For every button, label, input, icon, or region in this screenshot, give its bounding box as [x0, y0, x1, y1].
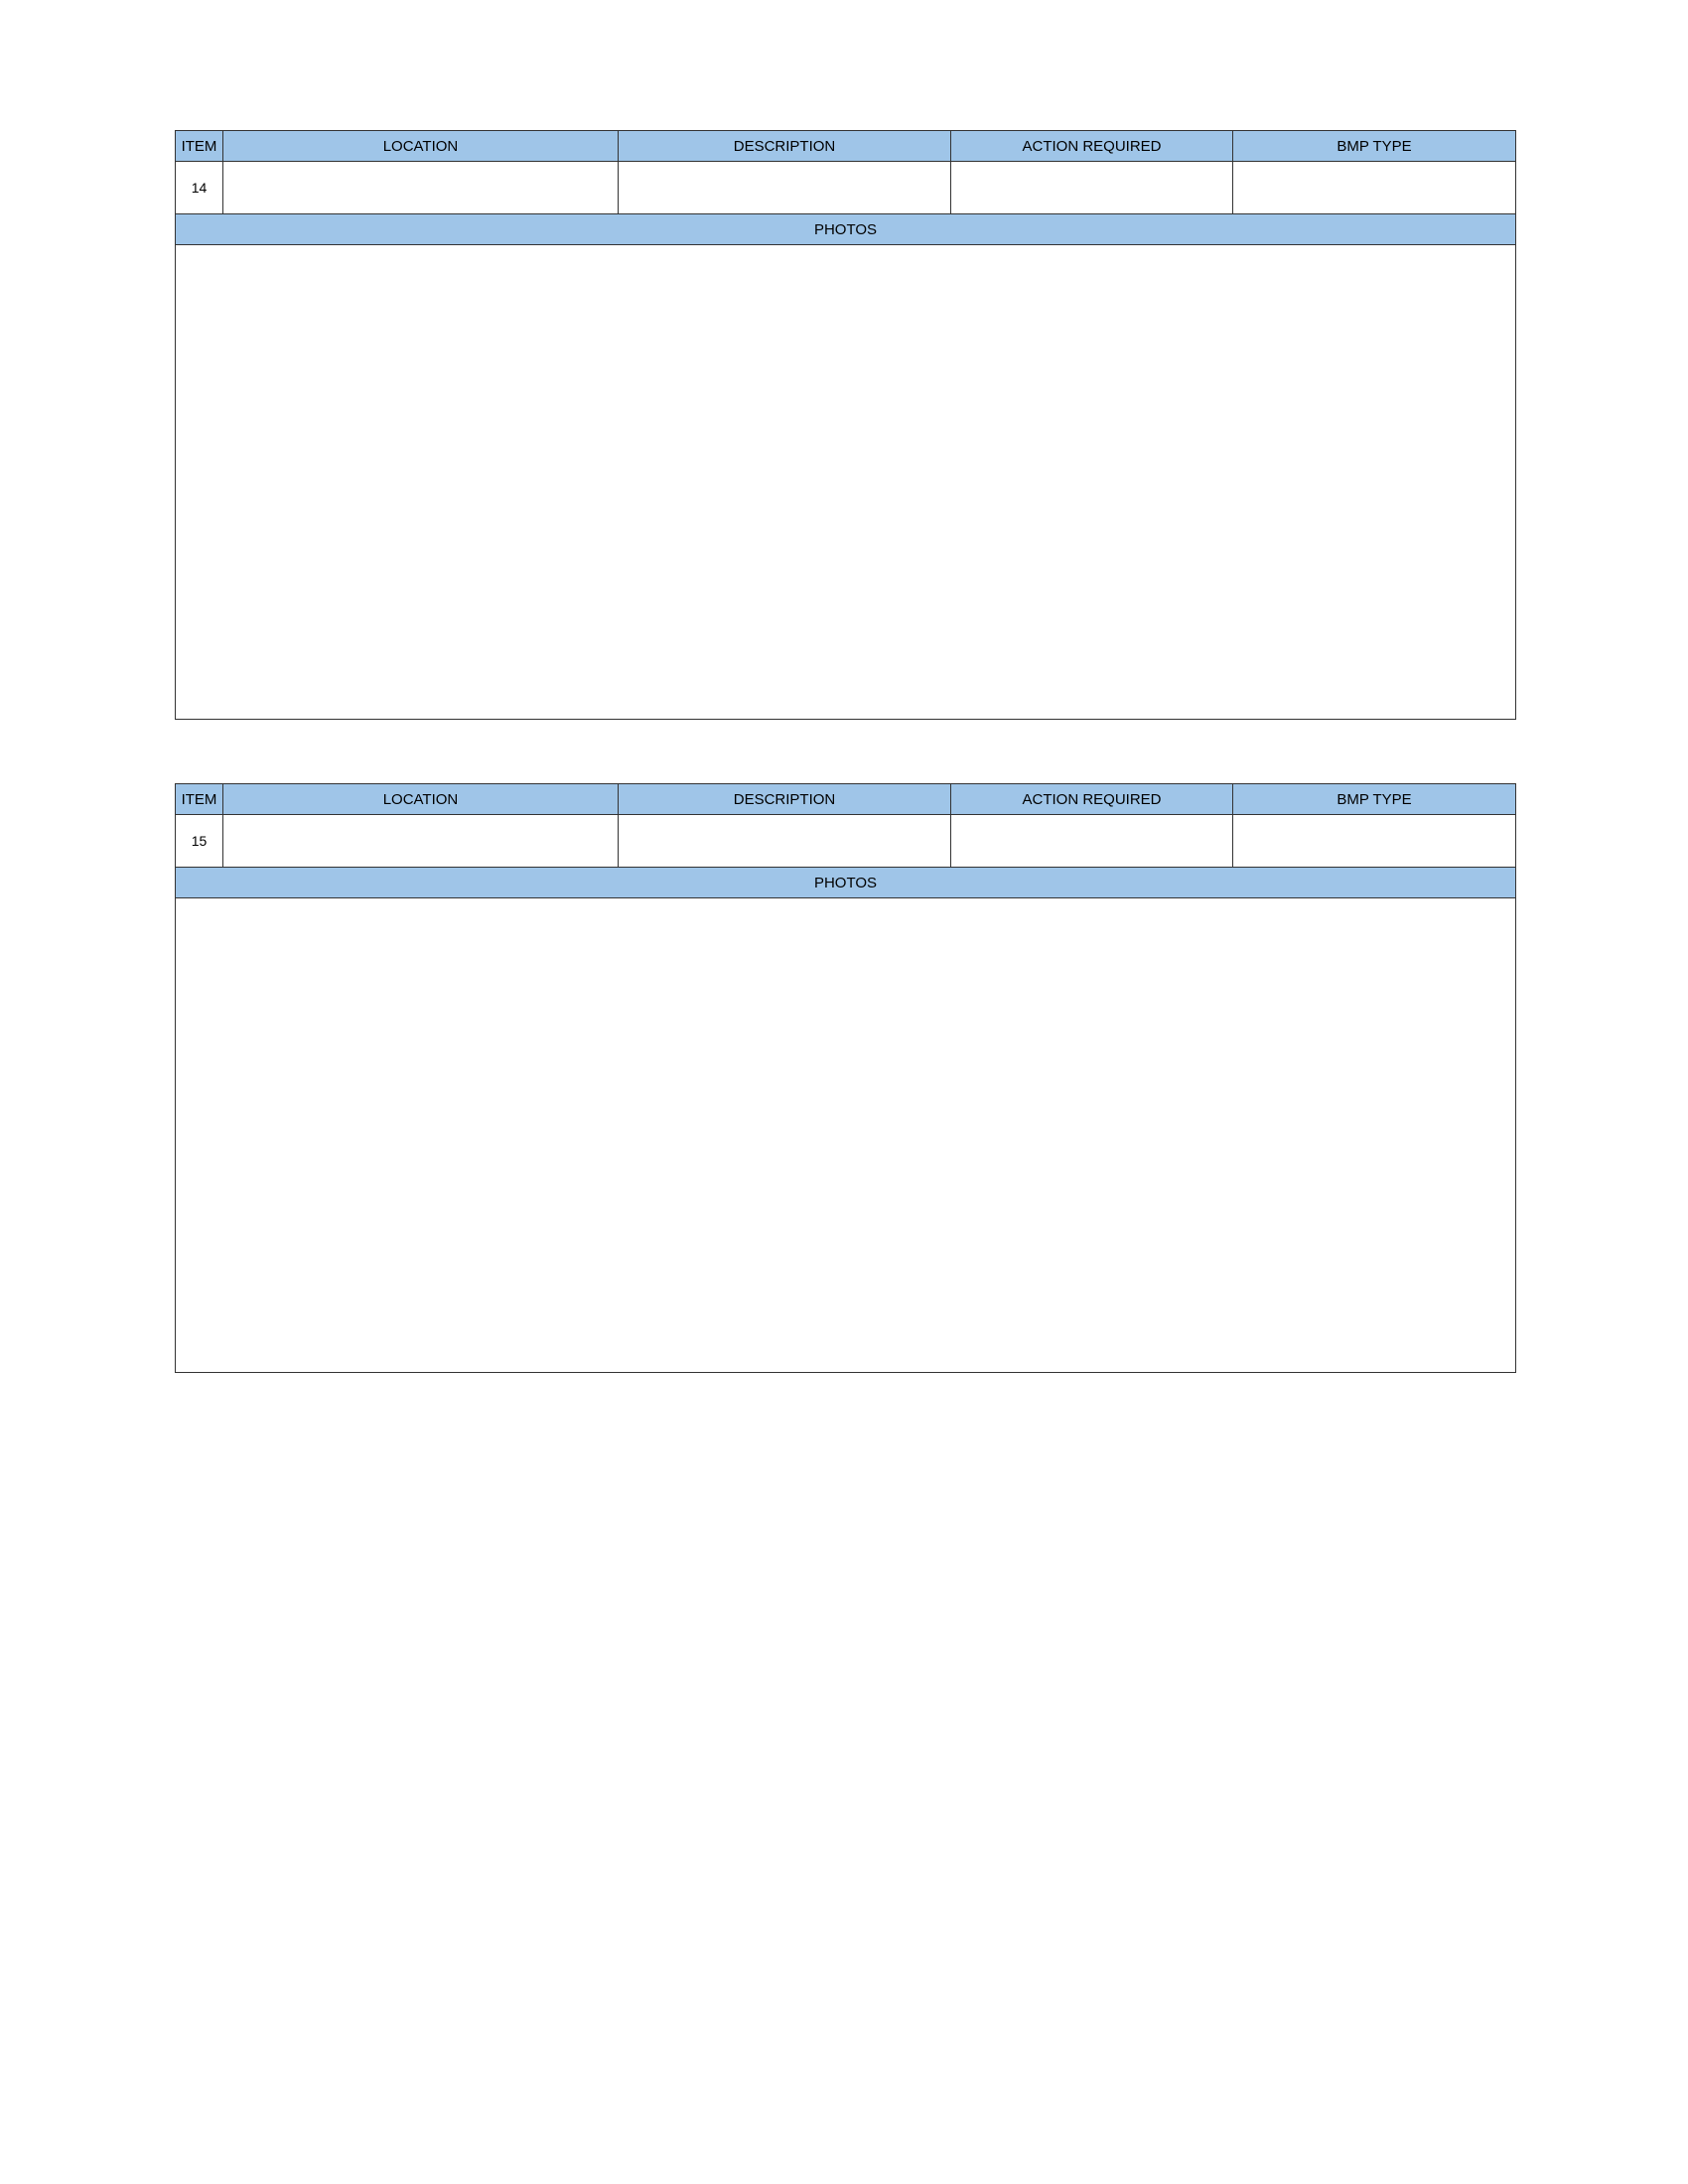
- action-required-column-header: ACTION REQUIRED: [950, 130, 1233, 162]
- photos-area[interactable]: [175, 244, 1516, 720]
- action-required-cell[interactable]: [950, 814, 1233, 868]
- description-column-header: DESCRIPTION: [618, 783, 951, 815]
- photos-header: PHOTOS: [175, 867, 1516, 898]
- inspection-entry-table: ITEM LOCATION DESCRIPTION ACTION REQUIRE…: [175, 130, 1516, 720]
- description-column-header: DESCRIPTION: [618, 130, 951, 162]
- item-number-cell: 14: [175, 161, 223, 214]
- bmp-type-cell[interactable]: [1232, 814, 1516, 868]
- photos-area-row: [175, 897, 1516, 1373]
- item-number-cell: 15: [175, 814, 223, 868]
- column-header-row: ITEM LOCATION DESCRIPTION ACTION REQUIRE…: [175, 130, 1516, 162]
- description-cell[interactable]: [618, 161, 951, 214]
- description-cell[interactable]: [618, 814, 951, 868]
- entry-value-row: 14: [175, 161, 1516, 214]
- photos-header-row: PHOTOS: [175, 867, 1516, 898]
- action-required-column-header: ACTION REQUIRED: [950, 783, 1233, 815]
- location-column-header: LOCATION: [222, 783, 619, 815]
- entry-value-row: 15: [175, 814, 1516, 868]
- photos-header: PHOTOS: [175, 213, 1516, 245]
- location-cell[interactable]: [222, 814, 619, 868]
- action-required-cell[interactable]: [950, 161, 1233, 214]
- photos-header-row: PHOTOS: [175, 213, 1516, 245]
- bmp-type-column-header: BMP TYPE: [1232, 783, 1516, 815]
- item-column-header: ITEM: [175, 130, 223, 162]
- column-header-row: ITEM LOCATION DESCRIPTION ACTION REQUIRE…: [175, 783, 1516, 815]
- bmp-type-cell[interactable]: [1232, 161, 1516, 214]
- location-cell[interactable]: [222, 161, 619, 214]
- inspection-entry-table: ITEM LOCATION DESCRIPTION ACTION REQUIRE…: [175, 783, 1516, 1373]
- photos-area[interactable]: [175, 897, 1516, 1373]
- location-column-header: LOCATION: [222, 130, 619, 162]
- bmp-type-column-header: BMP TYPE: [1232, 130, 1516, 162]
- item-column-header: ITEM: [175, 783, 223, 815]
- photos-area-row: [175, 244, 1516, 720]
